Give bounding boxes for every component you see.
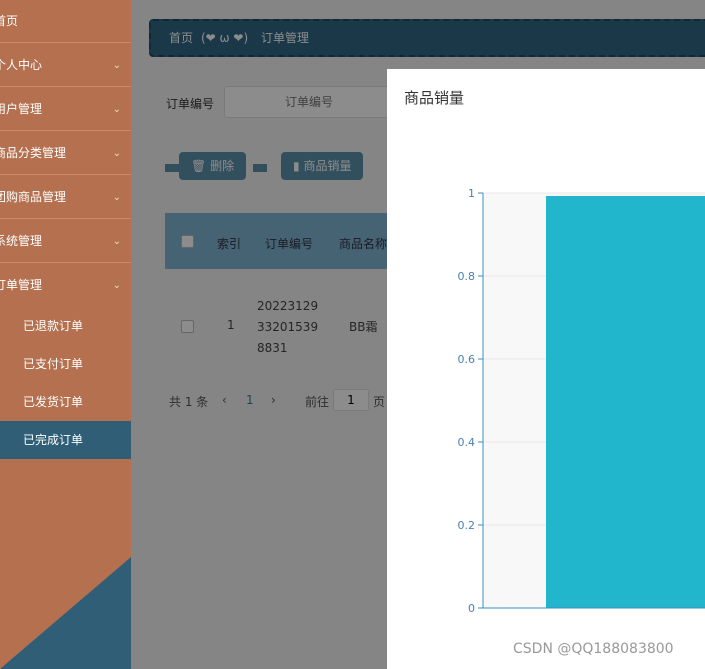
y-tick-label: 1 — [468, 187, 475, 200]
sidebar-item-system[interactable]: 系统管理 ⌄ — [0, 220, 131, 263]
chevron-down-icon: ⌄ — [112, 104, 121, 115]
sidebar-item-label: 首页 — [0, 14, 19, 28]
chevron-down-icon: ⌄ — [112, 192, 121, 203]
chevron-down-icon: ⌄ — [112, 236, 121, 247]
y-tick-label: 0.8 — [458, 270, 476, 283]
bar-BB霜 — [546, 196, 705, 608]
chevron-down-icon: ⌄ — [112, 148, 121, 159]
sidebar-item-label: 订单管理 — [0, 278, 43, 292]
sidebar-item-users[interactable]: 用户管理 ⌄ — [0, 88, 131, 131]
sidebar-item-label: 个人中心 — [0, 58, 43, 72]
sidebar-item-group-products[interactable]: 团购商品管理 ⌄ — [0, 176, 131, 219]
sidebar-item-home[interactable]: 首页 — [0, 0, 131, 43]
sidebar-decoration — [0, 557, 131, 669]
chevron-down-icon: ⌄ — [112, 280, 121, 291]
sidebar-item-label: 已完成订单 — [23, 433, 84, 447]
sidebar-subitem-refunded[interactable]: 已退款订单 — [0, 307, 131, 345]
sidebar-item-label: 已退款订单 — [23, 319, 84, 333]
y-tick-label: 0.4 — [458, 436, 476, 449]
sidebar-item-orders[interactable]: 订单管理 ⌄ — [0, 264, 131, 307]
sidebar-item-label: 团购商品管理 — [0, 190, 67, 204]
sales-chart: 0 0.2 0.4 0.6 0.8 1 — [458, 187, 705, 615]
watermark: CSDN @QQ188083800 — [513, 641, 674, 657]
sidebar-subitem-completed[interactable]: 已完成订单 — [0, 421, 131, 459]
y-tick-label: 0.6 — [458, 353, 476, 366]
y-tick-label: 0.2 — [458, 519, 476, 532]
sidebar-item-label: 商品分类管理 — [0, 146, 67, 160]
sidebar-subitem-paid[interactable]: 已支付订单 — [0, 345, 131, 383]
sidebar-item-categories[interactable]: 商品分类管理 ⌄ — [0, 132, 131, 175]
sidebar-subitem-shipped[interactable]: 已发货订单 — [0, 383, 131, 421]
y-tick-label: 0 — [468, 602, 475, 615]
sales-dialog: 商品销量 0 0.2 0.4 0.6 0.8 1 — [387, 69, 705, 669]
sidebar-item-label: 用户管理 — [0, 102, 43, 116]
sidebar-item-label: 系统管理 — [0, 234, 43, 248]
sidebar-item-label: 已发货订单 — [23, 395, 84, 409]
sidebar: 首页 个人中心 ⌄ 用户管理 ⌄ 商品分类管理 ⌄ 团购商品管理 ⌄ 系统管理 … — [0, 0, 131, 669]
sidebar-item-label: 已支付订单 — [23, 357, 84, 371]
chevron-down-icon: ⌄ — [112, 60, 121, 71]
sidebar-item-profile[interactable]: 个人中心 ⌄ — [0, 44, 131, 87]
